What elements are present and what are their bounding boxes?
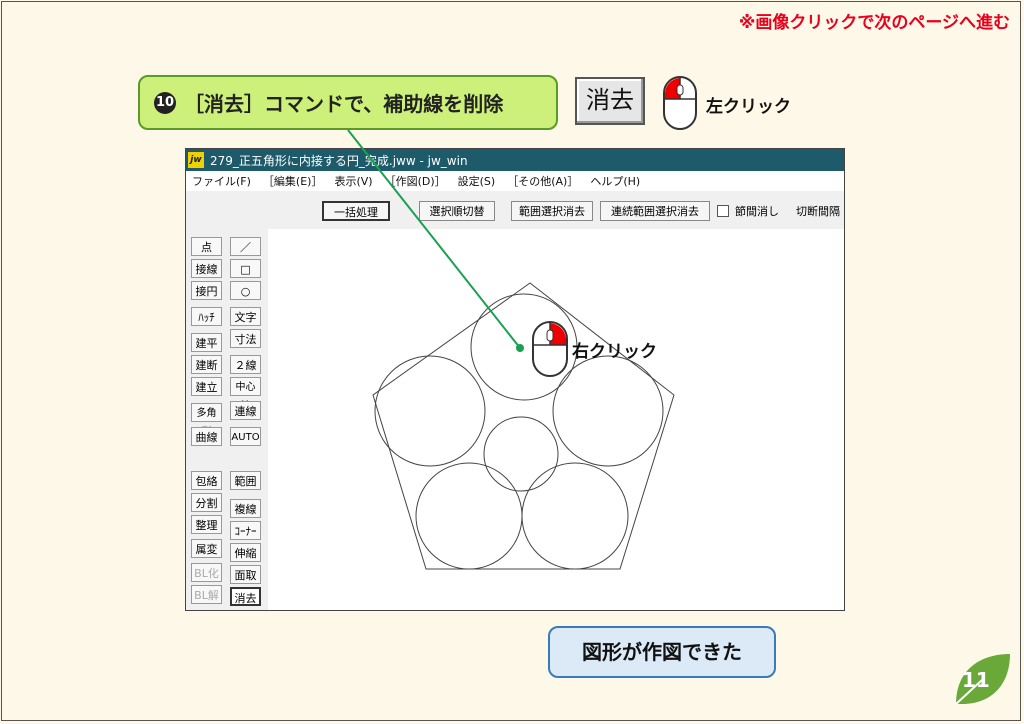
cmd-parallel-line[interactable]: 複線 xyxy=(230,499,261,518)
cmd-line[interactable]: ／ xyxy=(230,237,261,256)
pentagon-drawing xyxy=(372,282,675,570)
page-number[interactable]: 11 xyxy=(962,668,990,692)
cmd-erase-active[interactable]: 消去 xyxy=(230,587,261,606)
cmd-rectangle[interactable]: □ xyxy=(230,259,261,278)
cut-interval-label: 切断間隔 xyxy=(796,205,840,218)
window-title: 279_正五角形に内接する円_完成.jww - jw_win xyxy=(210,153,468,168)
drawing-canvas[interactable] xyxy=(268,229,844,610)
jw-cad-window: jw 279_正五角形に内接する円_完成.jww - jw_win ファイル(F… xyxy=(185,148,845,611)
cmd-divide[interactable]: 分割 xyxy=(191,493,222,512)
next-page-note[interactable]: ※画像クリックで次のページへ進む xyxy=(739,8,1010,33)
cmd-elevation-plan[interactable]: 建平 xyxy=(191,333,222,352)
step-number: 10 xyxy=(154,91,176,114)
batch-process-button[interactable]: 一括処理 xyxy=(322,201,390,221)
cmd-dimension[interactable]: 寸法 xyxy=(230,329,261,348)
window-titlebar[interactable]: jw 279_正五角形に内接する円_完成.jww - jw_win xyxy=(186,149,844,171)
cmd-section[interactable]: 建断 xyxy=(191,355,222,374)
left-click-label: 左クリック xyxy=(706,97,791,117)
cmd-elevation[interactable]: 建立 xyxy=(191,377,222,396)
cmd-continuous-line[interactable]: 連線 xyxy=(230,401,261,420)
inscribed-circle-center xyxy=(483,416,559,492)
menu-help[interactable]: ヘルプ(H) xyxy=(590,173,640,189)
inscribed-circle-bottom-left xyxy=(415,462,523,570)
segment-erase-label: 節間消し xyxy=(735,205,779,218)
left-click-mouse-icon xyxy=(663,76,697,130)
menu-edit[interactable]: ［編集(E)］ xyxy=(263,173,323,189)
erase-button-image: 消去 xyxy=(575,77,645,125)
step-instruction: ［消去］コマンドで、補助線を削除 xyxy=(184,92,504,116)
cmd-envelope[interactable]: 包絡 xyxy=(191,471,222,490)
cmd-text[interactable]: 文字 xyxy=(230,307,261,326)
cmd-block-release[interactable]: BL解 xyxy=(191,585,222,604)
cmd-tidy[interactable]: 整理 xyxy=(191,515,222,534)
cmd-attribute-change[interactable]: 属変 xyxy=(191,539,222,558)
cmd-hatch[interactable]: ﾊｯﾁ xyxy=(191,307,222,326)
inscribed-circle-left xyxy=(374,355,486,467)
command-palette: 点 接線 接円 ﾊｯﾁ 建平 建断 建立 多角形 曲線 包絡 分割 整理 属変 … xyxy=(186,229,269,610)
cmd-corner[interactable]: ｺｰﾅｰ xyxy=(230,521,261,540)
cmd-circle[interactable]: ○ xyxy=(230,281,261,300)
right-click-mouse-icon xyxy=(532,321,568,377)
menu-file[interactable]: ファイル(F) xyxy=(192,173,251,189)
menu-draw[interactable]: ［作図(D)］ xyxy=(385,173,446,189)
menu-settings[interactable]: 設定(S) xyxy=(458,173,496,189)
cmd-polygon[interactable]: 多角形 xyxy=(191,403,222,438)
range-erase-button[interactable]: 範囲選択消去 xyxy=(511,201,593,221)
cmd-block-create[interactable]: BL化 xyxy=(191,563,222,582)
cmd-center-line[interactable]: 中心線 xyxy=(230,377,261,412)
continuous-range-erase-button[interactable]: 連続範囲選択消去 xyxy=(600,201,710,221)
cmd-stretch[interactable]: 伸縮 xyxy=(230,543,261,562)
inscribed-circle-right xyxy=(552,355,664,467)
cmd-chamfer[interactable]: 面取 xyxy=(230,565,261,584)
erase-toolbar: 一括処理 選択順切替 範囲選択消去 連続範囲選択消去 節間消し 切断間隔 xyxy=(186,191,844,230)
result-callout: 図形が作図できた xyxy=(548,626,776,678)
cmd-tangent[interactable]: 接線 xyxy=(191,259,222,278)
cmd-double-line[interactable]: ２線 xyxy=(230,355,261,374)
jw-logo-icon: jw xyxy=(188,152,204,168)
menu-other[interactable]: ［その他(A)］ xyxy=(507,173,578,189)
step-callout: 10 ［消去］コマンドで、補助線を削除 xyxy=(138,75,558,130)
cmd-point[interactable]: 点 xyxy=(191,237,222,256)
menu-bar: ファイル(F) ［編集(E)］ 表示(V) ［作図(D)］ 設定(S) ［その他… xyxy=(186,171,844,191)
cmd-curve[interactable]: 曲線 xyxy=(191,427,222,446)
cmd-range[interactable]: 範囲 xyxy=(230,471,261,490)
pentagon-shape xyxy=(372,282,675,570)
right-click-label: 右クリック xyxy=(572,342,657,362)
menu-view[interactable]: 表示(V) xyxy=(334,173,372,189)
cmd-tangent-circle[interactable]: 接円 xyxy=(191,281,222,300)
segment-erase-checkbox[interactable] xyxy=(717,205,729,217)
inscribed-circle-bottom-right xyxy=(521,462,629,570)
select-order-button[interactable]: 選択順切替 xyxy=(419,201,495,221)
cmd-auto[interactable]: AUTO xyxy=(230,427,261,446)
